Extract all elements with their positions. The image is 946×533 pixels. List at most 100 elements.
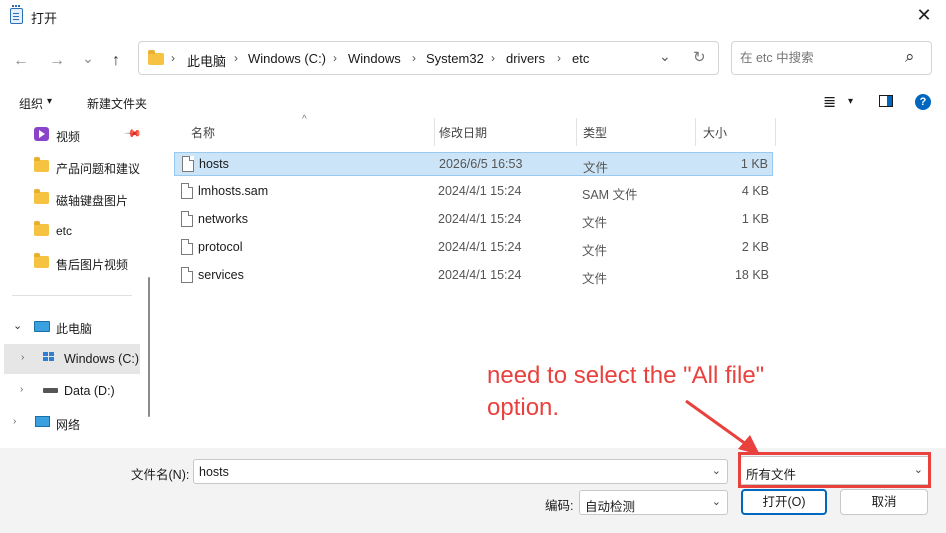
encoding-select[interactable]: 自动检测 ⌄ [579,490,728,515]
sidebar-item-data-d[interactable]: › Data (D:) [0,376,150,406]
file-name: hosts [199,157,229,171]
file-icon [181,267,193,283]
file-row-networks[interactable]: networks 2024/4/1 15:24 文件 1 KB [174,208,773,232]
chevron-down-icon[interactable]: ⌄ [13,319,22,332]
column-name[interactable]: 名称 [191,124,215,141]
recent-dropdown-button[interactable]: ⌄ [77,47,99,69]
address-bar[interactable]: › 此电脑 › Windows (C:) › Windows › System3… [138,41,719,75]
breadcrumb-drivers[interactable]: drivers [506,51,545,66]
breadcrumb-separator: › [557,51,561,65]
file-modified: 2024/4/1 15:24 [438,184,522,198]
folder-icon [34,253,49,268]
column-modified[interactable]: 修改日期 [439,124,487,141]
breadcrumb-system32[interactable]: System32 [426,51,484,66]
search-icon[interactable]: ⌕ [905,47,915,67]
folder-icon [34,157,49,172]
file-row-hosts[interactable]: hosts 2026/6/5 16:53 文件 1 KB [174,152,773,176]
file-modified: 2026/6/5 16:53 [439,157,523,171]
navigation-pane: 视频 📌 产品问题和建议 磁轴键盘图片 etc 售后图片视频 ⌄ 此电脑 › W… [0,118,157,448]
file-row-protocol[interactable]: protocol 2024/4/1 15:24 文件 2 KB [174,236,773,260]
breadcrumb-windows[interactable]: Windows [348,51,401,66]
file-size: 1 KB [741,212,769,226]
notepad-icon [10,5,23,24]
annotation-highlight-box [738,452,931,488]
file-modified: 2024/4/1 15:24 [438,212,522,226]
sidebar-item-label: etc [56,224,73,238]
sidebar-item-product-issues[interactable]: 产品问题和建议 [0,152,150,182]
breadcrumb-separator: › [491,51,495,65]
breadcrumb-windows-c[interactable]: Windows (C:) [248,51,326,66]
breadcrumb-separator: › [171,51,175,65]
column-size[interactable]: 大小 [703,124,727,141]
file-row-lmhosts[interactable]: lmhosts.sam 2024/4/1 15:24 SAM 文件 4 KB [174,180,773,204]
chevron-right-icon[interactable]: › [21,352,24,363]
sidebar-item-label: 视频 [56,130,81,144]
sort-up-icon: ^ [302,114,307,125]
filename-value: hosts [199,465,229,479]
chevron-down-icon[interactable]: ⌄ [712,495,721,508]
breadcrumb-separator: › [234,51,238,65]
column-divider[interactable] [434,118,435,146]
file-size: 18 KB [734,268,769,282]
filename-input[interactable]: hosts ⌄ [193,459,728,484]
column-divider[interactable] [695,118,696,146]
breadcrumb-this-pc[interactable]: 此电脑 [187,51,226,70]
folder-icon [148,50,164,65]
up-button[interactable]: ↑ [105,50,127,72]
file-row-services[interactable]: services 2024/4/1 15:24 文件 18 KB [174,264,773,288]
sidebar-item-label: Windows (C:) [64,352,140,366]
organize-button[interactable]: 组织 [19,95,43,112]
sidebar-item-etc[interactable]: etc [0,216,150,246]
network-icon [35,416,50,427]
file-type: 文件 [583,161,609,175]
sidebar-item-label: Data (D:) [64,384,115,398]
search-box[interactable]: ⌕ [731,41,932,75]
sidebar-item-network[interactable]: › 网络 [0,408,150,438]
file-type: 文件 [582,244,608,258]
command-bar: 组织 ▾ 新建文件夹 ≣ ▾ ? [0,86,946,118]
encoding-label: 编码: [545,499,574,513]
sidebar-scrollbar[interactable] [148,277,150,417]
view-options-icon[interactable]: ≣ [823,92,836,112]
breadcrumb-etc[interactable]: etc [572,51,589,66]
sidebar-item-keyboard-images[interactable]: 磁轴键盘图片 [0,184,150,214]
windows-drive-icon [43,352,55,362]
chevron-right-icon[interactable]: › [13,416,16,427]
sidebar-item-after-sales[interactable]: 售后图片视频 [0,248,150,278]
sidebar-divider [12,295,132,296]
column-divider[interactable] [576,118,577,146]
help-icon[interactable]: ? [915,94,931,110]
sidebar-item-label: 此电脑 [56,322,93,336]
file-size: 2 KB [741,240,769,254]
organize-caret-icon[interactable]: ▾ [47,96,52,107]
file-type: 文件 [582,272,608,286]
back-button[interactable]: ← [10,50,32,72]
refresh-icon[interactable]: ↻ [693,48,706,66]
preview-pane-icon[interactable] [879,95,893,107]
sidebar-item-windows-c[interactable]: › Windows (C:) [4,344,140,374]
column-type[interactable]: 类型 [583,124,607,141]
encoding-value: 自动检测 [585,500,636,514]
close-button[interactable]: ✕ [906,3,942,29]
folder-icon [34,221,49,236]
chevron-down-icon[interactable]: ⌄ [712,464,721,477]
file-name: lmhosts.sam [198,184,269,198]
view-caret-icon[interactable]: ▾ [848,96,853,107]
new-folder-button[interactable]: 新建文件夹 [87,95,147,112]
file-icon [182,156,194,172]
column-divider[interactable] [775,118,776,146]
pin-icon: 📌 [123,124,142,143]
title-bar: 打开 ✕ [0,0,946,32]
search-input[interactable] [740,49,900,67]
address-dropdown-icon[interactable]: ⌄ [659,48,671,65]
window-title: 打开 [31,11,58,26]
sidebar-item-label: 磁轴键盘图片 [56,194,129,208]
open-button[interactable]: 打开(O) [741,489,827,515]
forward-button[interactable]: → [46,50,68,72]
cancel-button[interactable]: 取消 [840,489,928,515]
drive-icon [43,388,58,393]
sidebar-item-videos[interactable]: 视频 📌 [0,120,150,150]
chevron-right-icon[interactable]: › [20,384,23,395]
sidebar-item-this-pc[interactable]: ⌄ 此电脑 [0,312,150,342]
filename-label: 文件名(N): [131,468,190,482]
